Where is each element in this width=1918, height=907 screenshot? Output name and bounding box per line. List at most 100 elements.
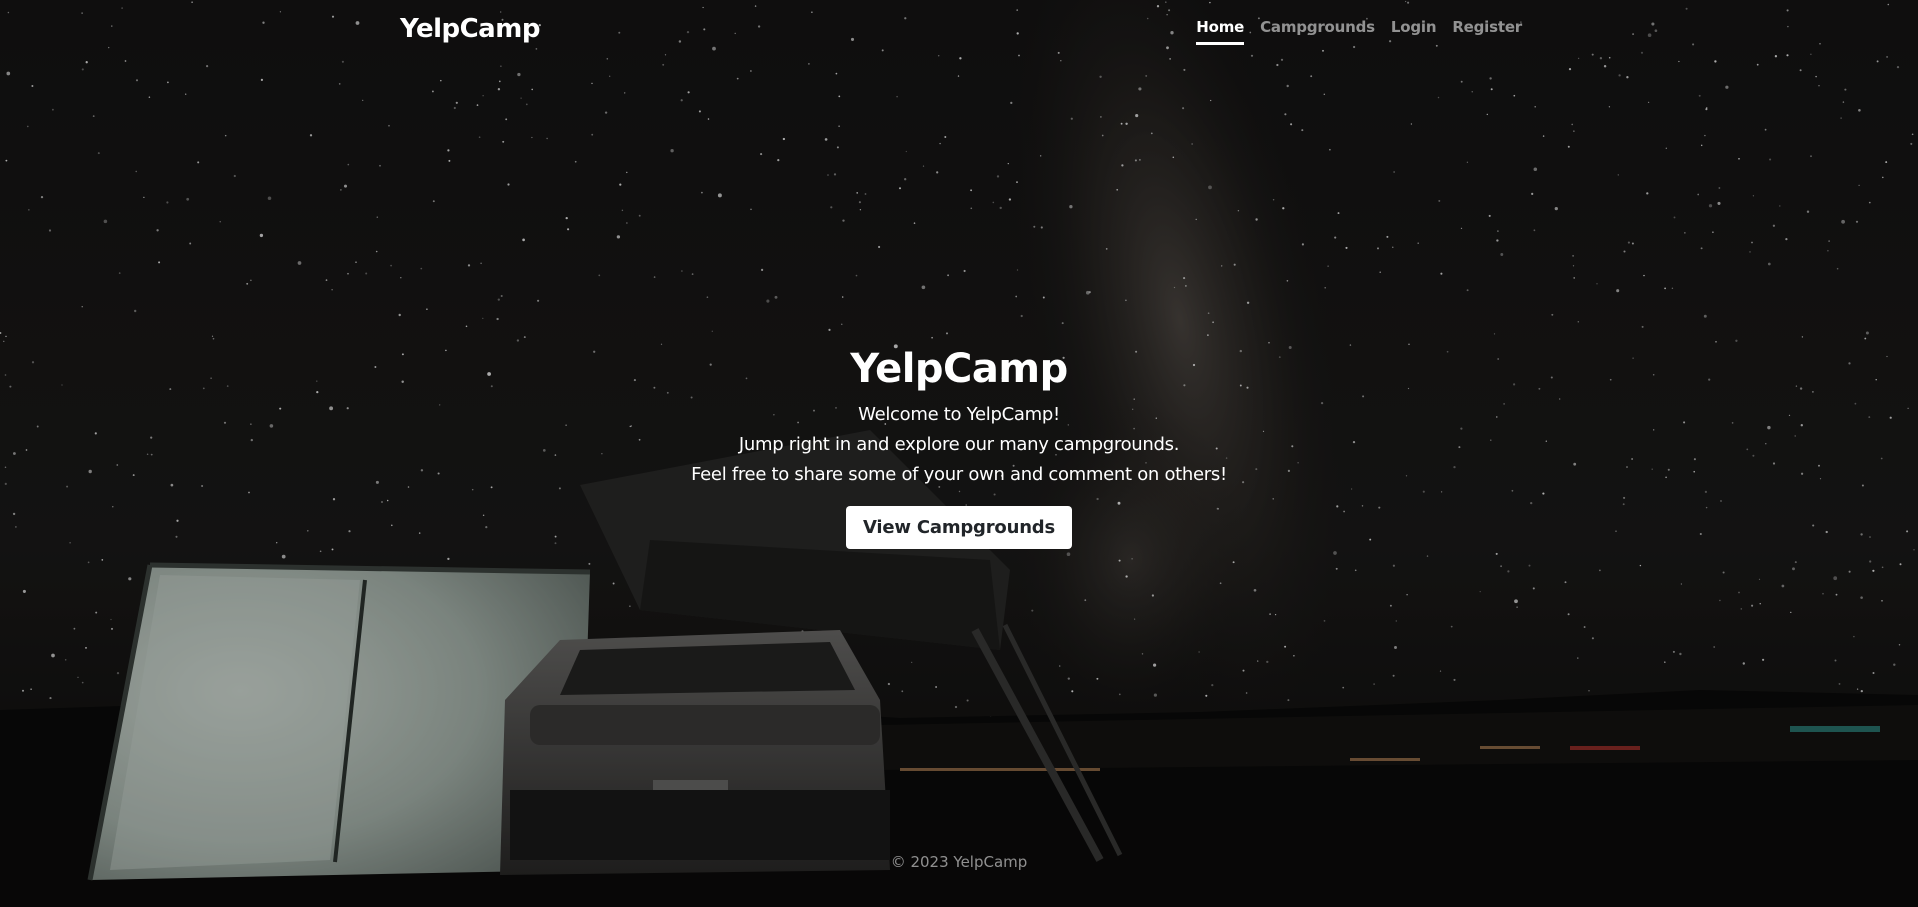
star-dot (476, 104, 479, 106)
star-dot (702, 6, 704, 9)
star-dot (1389, 604, 1392, 607)
star-dot (901, 690, 904, 693)
star-dot (1255, 218, 1258, 221)
star-dot (447, 149, 450, 152)
star-dot (1100, 116, 1102, 118)
star-dot (1139, 159, 1141, 161)
nav-link-register[interactable]: Register (1452, 18, 1522, 45)
star-dot (331, 15, 335, 18)
star-dot (1394, 646, 1397, 649)
star-dot (7, 11, 10, 14)
star-dot (1219, 582, 1222, 585)
brand-logo[interactable]: YelpCamp (400, 14, 540, 44)
star-dot (1210, 99, 1212, 102)
star-dot (158, 261, 161, 264)
star-dot (281, 554, 286, 559)
star-dot (116, 671, 120, 675)
star-dot (936, 171, 939, 174)
star-dot (1067, 677, 1070, 680)
nav-link-home[interactable]: Home (1196, 18, 1244, 45)
nav-link-campgrounds[interactable]: Campgrounds (1260, 18, 1375, 45)
star-dot (1333, 551, 1337, 555)
star-dot (224, 134, 227, 137)
star-dot (250, 279, 252, 282)
star-dot (1207, 312, 1210, 315)
star-dot (1910, 142, 1913, 145)
star-dot (507, 183, 510, 186)
star-dot (365, 272, 368, 275)
star-dot (1165, 1, 1167, 3)
star-dot (1323, 93, 1326, 96)
star-dot (999, 206, 1002, 210)
star-dot (1290, 123, 1293, 126)
star-dot (1700, 144, 1703, 147)
star-dot (1533, 229, 1536, 232)
star-dot (1860, 689, 1863, 693)
star-dot (338, 83, 341, 85)
star-dot (660, 343, 663, 345)
star-dot (1138, 87, 1142, 91)
nav-link-login[interactable]: Login (1391, 18, 1437, 45)
star-dot (1450, 625, 1453, 628)
star-dot (1616, 289, 1620, 293)
star-dot (1819, 42, 1821, 45)
star-dot (935, 686, 938, 688)
star-dot (1646, 192, 1649, 195)
star-dot (760, 153, 763, 156)
star-dot (1719, 599, 1721, 602)
star-dot (1310, 75, 1313, 78)
star-dot (1893, 663, 1896, 666)
star-dot (664, 54, 667, 56)
star-dot (453, 106, 456, 110)
star-dot (81, 68, 84, 71)
star-dot (219, 221, 221, 223)
star-dot (827, 174, 829, 176)
star-dot (48, 229, 52, 232)
star-dot (1286, 279, 1289, 282)
star-dot (1599, 57, 1603, 60)
star-dot (1756, 63, 1759, 66)
star-dot (1887, 3, 1890, 6)
star-dot (1774, 55, 1778, 58)
star-dot (1740, 608, 1743, 610)
star-dot (598, 274, 601, 277)
star-dot (606, 58, 609, 60)
star-dot (1631, 242, 1634, 245)
star-dot (77, 676, 79, 678)
star-dot (505, 118, 508, 121)
star-dot (5, 159, 8, 162)
star-dot (1125, 299, 1127, 302)
star-dot (319, 550, 322, 553)
star-dot (1096, 677, 1099, 680)
star-dot (259, 233, 264, 238)
star-dot (1207, 334, 1209, 336)
star-dot (500, 65, 502, 67)
star-dot (1806, 210, 1810, 213)
star-dot (1618, 74, 1621, 77)
star-dot (963, 269, 966, 273)
star-dot (1070, 117, 1073, 120)
star-dot (110, 618, 112, 621)
star-dot (3, 340, 5, 343)
star-dot (1858, 109, 1861, 112)
star-dot (1135, 114, 1139, 118)
star-dot (1664, 661, 1666, 663)
star-dot (81, 12, 83, 14)
star-dot (1016, 9, 1019, 11)
star-dot (1173, 286, 1176, 289)
star-dot (1016, 181, 1018, 183)
star-dot (1841, 219, 1845, 224)
star-dot (267, 196, 272, 201)
star-dot (1697, 193, 1700, 196)
star-dot (52, 108, 54, 111)
star-dot (760, 268, 764, 272)
star-dot (297, 261, 302, 265)
view-campgrounds-button[interactable]: View Campgrounds (845, 506, 1073, 549)
star-dot (856, 192, 859, 194)
star-dot (736, 77, 739, 80)
star-dot (1827, 249, 1829, 252)
star-dot (1591, 53, 1594, 56)
star-dot (1033, 225, 1036, 228)
star-dot (913, 222, 916, 224)
star-dot (1233, 263, 1236, 266)
